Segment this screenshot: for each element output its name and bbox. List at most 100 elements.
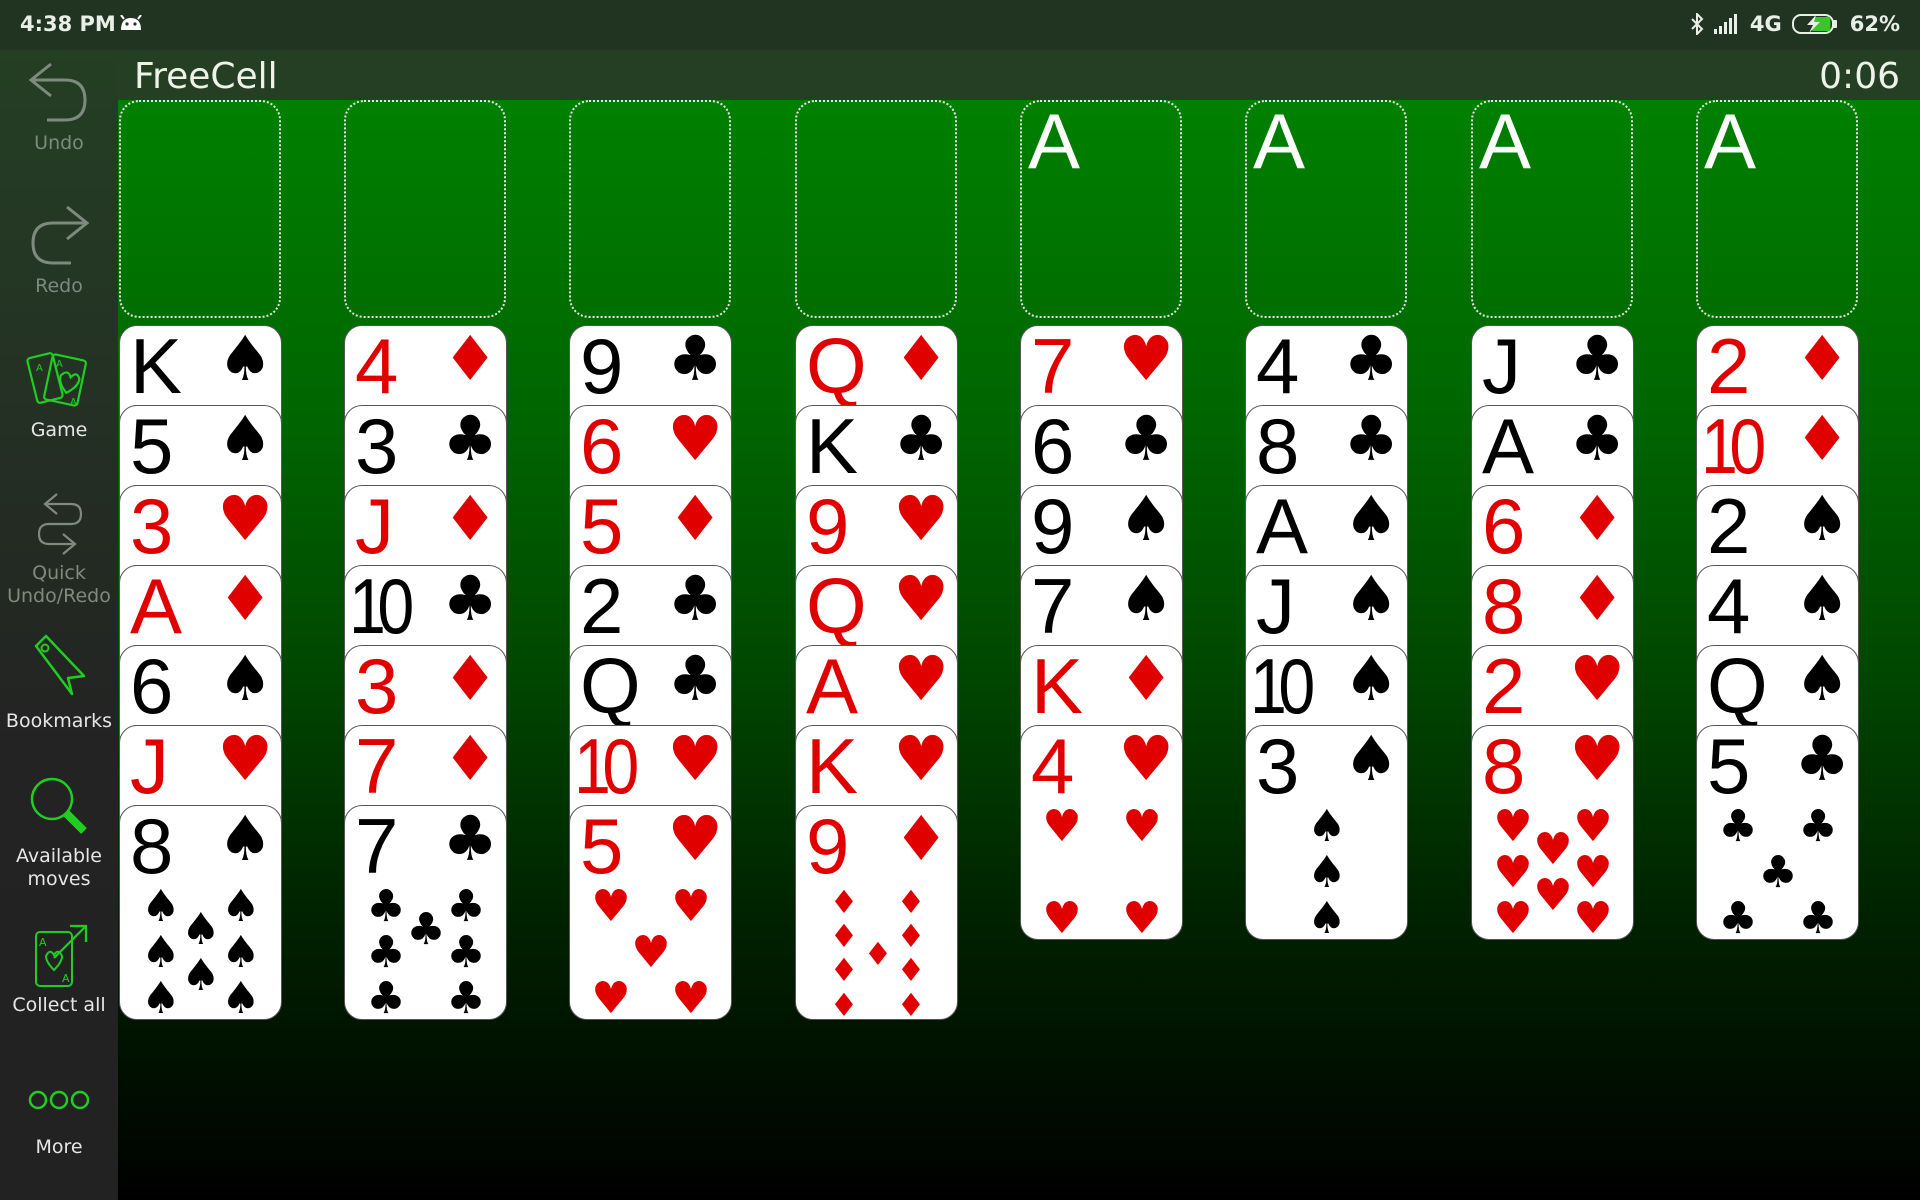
battery-percent: 62% [1849, 12, 1900, 36]
spade-pip-icon: ♠ [221, 881, 261, 932]
club-icon: ♣ [667, 325, 723, 395]
svg-text:A: A [56, 359, 63, 370]
quick-undo-redo-icon [37, 493, 83, 555]
card-rank: 4 [1707, 565, 1751, 650]
card-3-of-spades[interactable]: 3 ♠ ♠ ♠ ♠ [1245, 725, 1408, 940]
undo-icon [28, 62, 87, 122]
spade-pip-icon: ♠ [181, 904, 221, 955]
club-icon: ♣ [1569, 405, 1625, 475]
diamond-icon: ♦ [1569, 565, 1625, 635]
club-pip-icon: ♣ [446, 927, 486, 978]
diamond-icon: ♦ [217, 565, 273, 635]
more-button[interactable]: More [0, 1080, 118, 1159]
spade-pip-icon: ♠ [221, 927, 261, 978]
card-rank: 8 [1256, 405, 1300, 490]
card-rank: 2 [580, 565, 624, 650]
card-rank: 10 [574, 725, 639, 810]
card-rank: 7 [355, 725, 399, 810]
club-icon: ♣ [1343, 405, 1399, 475]
svg-text:A: A [39, 936, 47, 949]
club-pip-icon: ♣ [1718, 801, 1758, 852]
spade-pip-icon: ♠ [181, 950, 221, 1001]
club-pip-icon: ♣ [366, 927, 406, 978]
card-rank: K [806, 405, 859, 490]
card-9-of-diamonds[interactable]: 9 ♦ ♦ ♦ ♦ ♦ ♦ ♦ ♦ ♦ ♦ [795, 805, 958, 1020]
club-pip-icon: ♣ [446, 881, 486, 932]
heart-icon: ♥ [1118, 325, 1174, 395]
card-rank: 8 [1482, 565, 1526, 650]
free-cell-3[interactable] [569, 100, 731, 318]
spade-icon: ♠ [217, 325, 273, 395]
diamond-icon: ♦ [667, 485, 723, 555]
heart-pip-icon: ♥ [1042, 893, 1082, 940]
club-pip-icon: ♣ [366, 973, 406, 1020]
diamond-icon: ♦ [893, 805, 949, 875]
diamond-pip-icon: ♦ [896, 951, 926, 989]
card-rank: A [806, 645, 859, 730]
card-4-of-hearts[interactable]: 4 ♥ ♥ ♥ ♥ ♥ [1020, 725, 1183, 940]
spade-icon: ♠ [1794, 485, 1850, 555]
heart-icon: ♥ [893, 485, 949, 555]
club-icon: ♣ [442, 405, 498, 475]
free-cell-1[interactable] [119, 100, 281, 318]
heart-icon: ♥ [667, 405, 723, 475]
club-pip-icon: ♣ [406, 904, 446, 955]
collect-all-icon: A A [35, 924, 88, 987]
card-8-of-spades[interactable]: 8 ♠ ♠ ♠ ♠ ♠ ♠ ♠ ♠ ♠ [119, 805, 282, 1020]
card-rank: A [1482, 405, 1535, 490]
free-cell-4[interactable] [795, 100, 957, 318]
card-5-of-clubs[interactable]: 5 ♣ ♣ ♣ ♣ ♣ ♣ [1696, 725, 1859, 940]
card-rank: 5 [130, 405, 174, 490]
spade-pip-icon: ♠ [1307, 893, 1347, 940]
heart-icon: ♥ [217, 725, 273, 795]
game-header: FreeCell 0:06 [118, 50, 1920, 100]
cards-icon: A A A [26, 352, 87, 408]
club-pip-icon: ♣ [366, 881, 406, 932]
card-rank: 9 [806, 805, 850, 890]
card-rank: A [130, 565, 183, 650]
heart-icon: ♥ [667, 725, 723, 795]
available-moves-button[interactable]: Available moves [0, 773, 118, 891]
bookmark-icon [34, 634, 86, 696]
bluetooth-icon [1691, 13, 1704, 35]
spade-icon: ♠ [1343, 485, 1399, 555]
diamond-pip-icon: ♦ [829, 951, 859, 989]
foundation-1[interactable]: A [1020, 100, 1182, 318]
foundation-2[interactable]: A [1245, 100, 1407, 318]
card-rank: Q [806, 565, 867, 650]
search-icon [30, 777, 87, 834]
quick-undo-redo-button[interactable]: Quick Undo/Redo [0, 490, 118, 608]
card-7-of-clubs[interactable]: 7 ♣ ♣ ♣ ♣ ♣ ♣ ♣ ♣ [344, 805, 507, 1020]
spade-icon: ♠ [1343, 645, 1399, 715]
card-rank: J [355, 485, 394, 570]
quick-undo-redo-label: Quick Undo/Redo [7, 562, 111, 607]
diamond-pip-icon: ♦ [896, 883, 926, 921]
card-5-of-hearts[interactable]: 5 ♥ ♥ ♥ ♥ ♥ ♥ [569, 805, 732, 1020]
spade-icon: ♠ [1118, 565, 1174, 635]
game-button[interactable]: A A A Game [0, 347, 118, 442]
spade-icon: ♠ [1794, 645, 1850, 715]
card-8-of-hearts[interactable]: 8 ♥ ♥ ♥ ♥ ♥ ♥ ♥ ♥ ♥ [1471, 725, 1634, 940]
foundation-4[interactable]: A [1696, 100, 1858, 318]
collect-all-button[interactable]: A A Collect all [0, 922, 118, 1017]
free-cell-2[interactable] [344, 100, 506, 318]
card-rank: 2 [1707, 325, 1751, 410]
status-right: 4G 62% [1690, 12, 1900, 36]
card-rank: 3 [130, 485, 174, 570]
card-rank: 9 [1031, 485, 1075, 570]
heart-icon: ♥ [667, 805, 723, 875]
card-rank: 4 [1256, 325, 1300, 410]
heart-pip-icon: ♥ [1533, 870, 1573, 921]
foundation-3[interactable]: A [1471, 100, 1633, 318]
spade-icon: ♠ [1118, 485, 1174, 555]
club-icon: ♣ [1118, 405, 1174, 475]
card-rank: 2 [1482, 645, 1526, 730]
heart-icon: ♥ [1569, 645, 1625, 715]
spade-pip-icon: ♠ [1307, 847, 1347, 898]
club-icon: ♣ [667, 565, 723, 635]
bookmarks-button[interactable]: Bookmarks [0, 632, 118, 733]
card-rank: 6 [130, 645, 174, 730]
redo-button[interactable]: Redo [0, 203, 118, 298]
undo-button[interactable]: Undo [0, 60, 118, 155]
club-pip-icon: ♣ [1718, 893, 1758, 940]
